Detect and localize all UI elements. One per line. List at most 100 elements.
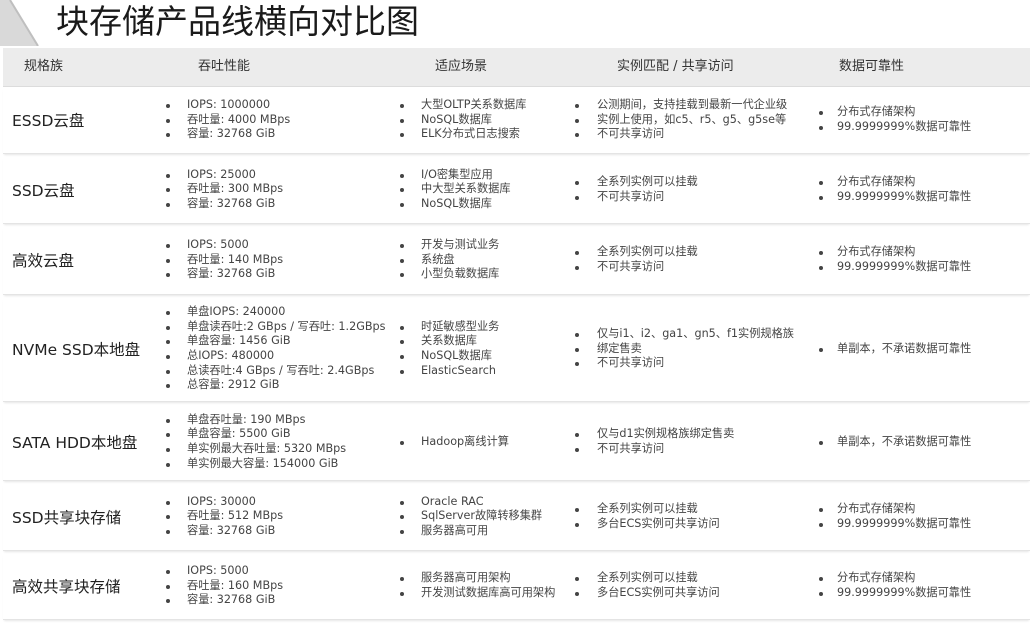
- bullet-list: 单盘IOPS: 240000 单盘读吞吐:2 GBps / 写吞吐: 1.2GBp…: [163, 305, 386, 393]
- spec-family-name: 高效共享块存储: [12, 578, 121, 596]
- list-item: 开发测试数据库高可用架构: [397, 586, 555, 601]
- list-item: 吞吐量: 4000 MBps: [163, 113, 290, 128]
- list-item: 多台ECS实例可共享访问: [571, 517, 720, 532]
- reliability-cell: 单副本，不承诺数据可靠性: [811, 404, 1030, 480]
- bullet-list: 单副本，不承诺数据可靠性: [811, 342, 971, 357]
- list-item: 关系数据库: [397, 334, 499, 349]
- list-item: 容量: 32768 GiB: [163, 267, 283, 282]
- instance-cell: 仅与i1、i2、ga1、gn5、f1实例规格族 绑定售卖 不可共享访问: [571, 297, 811, 401]
- scenarios-cell: 服务器高可用架构 开发测试数据库高可用架构: [397, 553, 573, 619]
- spec-family-name: 高效云盘: [12, 252, 75, 270]
- spec-family-name: SSD云盘: [12, 181, 75, 200]
- performance-cell: IOPS: 5000 吞吐量: 160 MBps 容量: 32768 GiB: [163, 553, 403, 619]
- list-item: 99.9999999%数据可靠性: [811, 586, 971, 601]
- list-item: 中大型关系数据库: [397, 182, 511, 197]
- header-reliability: 数据可靠性: [839, 59, 905, 74]
- list-item: 单盘读吞吐:2 GBps / 写吞吐: 1.2GBps: [163, 320, 386, 335]
- list-item: 单盘容量: 5500 GiB: [163, 427, 346, 442]
- bullet-list: 大型OLTP关系数据库 NoSQL数据库 ELK分布式日志搜索: [397, 98, 526, 142]
- list-item: 吞吐量: 300 MBps: [163, 182, 283, 197]
- list-item: 小型负载数据库: [397, 267, 499, 282]
- bullet-list: 分布式存储架构 99.9999999%数据可靠性: [811, 175, 971, 204]
- list-item: 仅与i1、i2、ga1、gn5、f1实例规格族: [571, 327, 794, 342]
- bullet-list: IOPS: 5000 吞吐量: 160 MBps 容量: 32768 GiB: [163, 564, 283, 608]
- bullet-list: 单盘吞吐量: 190 MBps 单盘容量: 5500 GiB 单实例最大吞吐量: 5…: [163, 413, 346, 471]
- list-item: 不可共享访问: [571, 442, 734, 457]
- header-performance: 吞吐性能: [198, 59, 251, 74]
- header-scenarios: 适应场景: [435, 59, 488, 74]
- bullet-list: 公测期间，支持挂载到最新一代企业级 实例上使用，如c5、r5、g5、g5se等 不可…: [571, 98, 787, 142]
- list-item: 服务器高可用架构: [397, 571, 555, 586]
- header-instance-sharing: 实例匹配 / 共享访问: [617, 59, 734, 74]
- reliability-cell: 单副本，不承诺数据可靠性: [811, 297, 1030, 401]
- list-item: 吞吐量: 140 MBps: [163, 253, 283, 268]
- list-item: IOPS: 1000000: [163, 98, 290, 113]
- list-item: 单盘吞吐量: 190 MBps: [163, 413, 346, 428]
- list-item: Oracle RAC: [397, 495, 542, 510]
- list-item: 实例上使用，如c5、r5、g5、g5se等: [571, 113, 787, 128]
- scenarios-cell: Hadoop离线计算: [397, 404, 573, 480]
- performance-cell: IOPS: 1000000 吞吐量: 4000 MBps 容量: 32768 GiB: [163, 87, 403, 153]
- list-item: 全系列实例可以挂载: [571, 175, 698, 190]
- list-item: 单副本，不承诺数据可靠性: [811, 435, 971, 450]
- instance-cell: 全系列实例可以挂载 不可共享访问: [571, 156, 811, 223]
- scenarios-cell: Oracle RAC SqlServer故障转移集群 服务器高可用: [397, 483, 573, 550]
- instance-cell: 公测期间，支持挂载到最新一代企业级 实例上使用，如c5、r5、g5、g5se等 不可…: [571, 87, 811, 153]
- list-item: 吞吐量: 160 MBps: [163, 579, 283, 594]
- list-item: 分布式存储架构: [811, 105, 971, 120]
- list-item: 多台ECS实例可共享访问: [571, 586, 720, 601]
- list-item: 不可共享访问: [571, 356, 794, 371]
- list-item: 大型OLTP关系数据库: [397, 98, 526, 113]
- list-item: 公测期间，支持挂载到最新一代企业级: [571, 98, 787, 113]
- bullet-list: Hadoop离线计算: [397, 435, 509, 450]
- list-item: 总容量: 2912 GiB: [163, 378, 386, 393]
- list-item: IOPS: 5000: [163, 238, 283, 253]
- reliability-cell: 分布式存储架构 99.9999999%数据可靠性: [811, 156, 1030, 223]
- instance-cell: 仅与d1实例规格族绑定售卖 不可共享访问: [571, 404, 811, 480]
- reliability-cell: 分布式存储架构 99.9999999%数据可靠性: [811, 553, 1030, 619]
- list-item: ELK分布式日志搜索: [397, 127, 526, 142]
- performance-cell: 单盘IOPS: 240000 单盘读吞吐:2 GBps / 写吞吐: 1.2GBp…: [163, 297, 403, 401]
- list-item: 单盘容量: 1456 GiB: [163, 334, 386, 349]
- spec-family-name: ESSD云盘: [12, 112, 85, 130]
- list-item: 分布式存储架构: [811, 175, 971, 190]
- list-item: 99.9999999%数据可靠性: [811, 120, 971, 135]
- list-item: 99.9999999%数据可靠性: [811, 190, 971, 205]
- list-item: 分布式存储架构: [811, 245, 971, 260]
- list-item: NoSQL数据库: [397, 113, 526, 128]
- list-item: I/O密集型应用: [397, 168, 511, 183]
- scenarios-cell: I/O密集型应用 中大型关系数据库 NoSQL数据库: [397, 156, 573, 223]
- bullet-list: 分布式存储架构 99.9999999%数据可靠性: [811, 105, 971, 134]
- bullet-list: 仅与d1实例规格族绑定售卖 不可共享访问: [571, 427, 734, 456]
- list-item: 时延敏感型业务: [397, 320, 499, 335]
- list-item: NoSQL数据库: [397, 349, 499, 364]
- spec-family-name: SATA HDD本地盘: [12, 434, 138, 452]
- list-item: IOPS: 5000: [163, 564, 283, 579]
- performance-cell: IOPS: 25000 吞吐量: 300 MBps 容量: 32768 GiB: [163, 156, 403, 223]
- bullet-list: I/O密集型应用 中大型关系数据库 NoSQL数据库: [397, 168, 511, 212]
- bullet-list: 单副本，不承诺数据可靠性: [811, 435, 971, 450]
- list-item: 全系列实例可以挂载: [571, 502, 720, 517]
- bullet-list: 分布式存储架构 99.9999999%数据可靠性: [811, 571, 971, 600]
- list-item: IOPS: 30000: [163, 495, 283, 510]
- table-header: 规格族 吞吐性能 适应场景 实例匹配 / 共享访问 数据可靠性: [3, 48, 1030, 87]
- table-row: SATA HDD本地盘 单盘吞吐量: 190 MBps 单盘容量: 5500 GiB…: [3, 404, 1030, 481]
- list-item: SqlServer故障转移集群: [397, 509, 542, 524]
- bullet-list: 开发与测试业务 系统盘 小型负载数据库: [397, 238, 499, 282]
- list-item: 系统盘: [397, 253, 499, 268]
- instance-cell: 全系列实例可以挂载 多台ECS实例可共享访问: [571, 553, 811, 619]
- bullet-list: 全系列实例可以挂载 不可共享访问: [571, 175, 698, 204]
- scenarios-cell: 大型OLTP关系数据库 NoSQL数据库 ELK分布式日志搜索: [397, 87, 573, 153]
- table-row: ESSD云盘 IOPS: 1000000 吞吐量: 4000 MBps 容量: 327…: [3, 87, 1030, 154]
- list-item: 吞吐量: 512 MBps: [163, 509, 283, 524]
- list-item: 分布式存储架构: [811, 571, 971, 586]
- list-item: 不可共享访问: [571, 127, 787, 142]
- list-item: 容量: 32768 GiB: [163, 127, 290, 142]
- bullet-list: 仅与i1、i2、ga1、gn5、f1实例规格族 绑定售卖 不可共享访问: [571, 327, 794, 371]
- table-row: 高效共享块存储 IOPS: 5000 吞吐量: 160 MBps 容量: 32768 …: [3, 553, 1030, 620]
- list-item: IOPS: 25000: [163, 168, 283, 183]
- list-item: 容量: 32768 GiB: [163, 197, 283, 212]
- page-title: 块存储产品线横向对比图: [56, 2, 419, 41]
- bullet-list: Oracle RAC SqlServer故障转移集群 服务器高可用: [397, 495, 542, 539]
- scenarios-cell: 时延敏感型业务 关系数据库 NoSQL数据库 ElasticSearch: [397, 297, 573, 401]
